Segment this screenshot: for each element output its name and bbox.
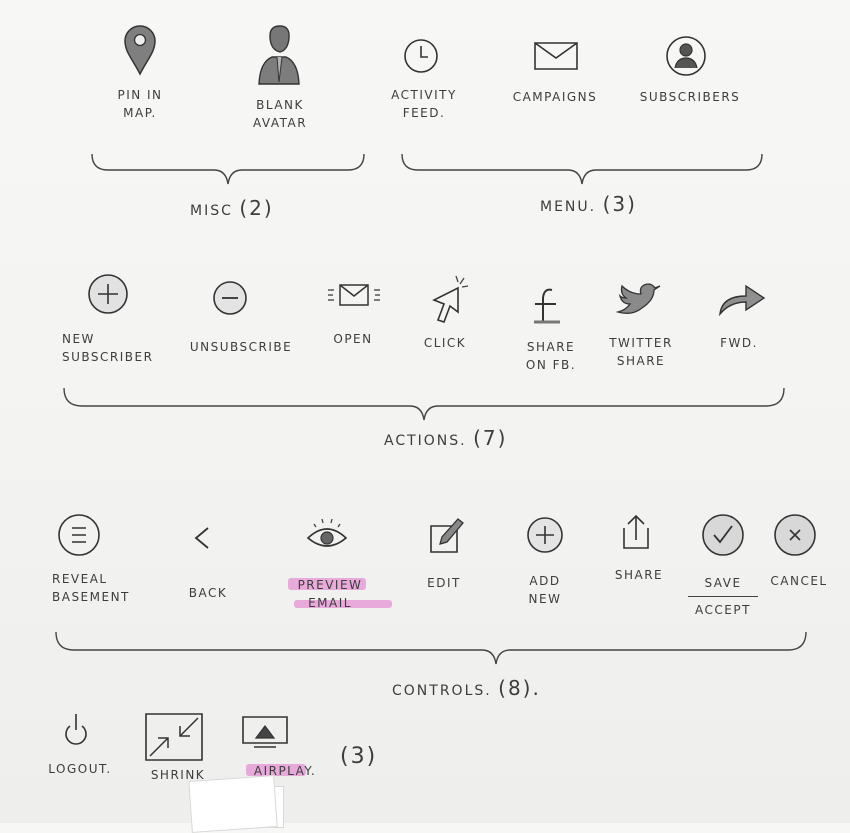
map-pin-icon [118, 22, 162, 78]
facebook-icon [530, 284, 566, 328]
subscribers-label: Subscribers [639, 90, 741, 104]
shrink-icon [144, 712, 204, 762]
edit-label: Edit [427, 576, 461, 590]
extra-group-count: (3) [340, 744, 378, 769]
unsubscribe-label: Unsubscribe [189, 340, 293, 354]
controls-group-title: Controls. (8). [392, 676, 541, 700]
add-circle-icon [524, 514, 566, 556]
blank-avatar-label: Blank avatar [252, 98, 308, 130]
sketch-sheet: Pin in map. Blank avatar Activity feed. Cam… [0, 0, 850, 833]
add-new-label: Add new [528, 574, 562, 606]
controls-brace [55, 631, 807, 665]
logout-label: Logout. [48, 762, 112, 776]
power-icon [62, 712, 90, 752]
checkmark-circle-icon [700, 512, 746, 558]
new-subscriber-label: New subscriber [62, 332, 154, 364]
cursor-click-icon [428, 274, 472, 324]
open-label: Open [333, 332, 373, 346]
plus-circle-icon [86, 272, 130, 316]
edit-pencil-icon [426, 514, 468, 556]
actions-group-title: Actions. (7) [384, 426, 508, 450]
click-label: Click [423, 336, 467, 350]
subscribers-icon [664, 34, 708, 78]
paper-stack-front [188, 775, 278, 833]
forward-arrow-icon [716, 282, 768, 318]
share-on-fb-label: Share on FB. [525, 340, 577, 372]
cancel-label: Cancel [770, 574, 828, 588]
actions-brace [63, 387, 785, 421]
airplay-icon [240, 714, 290, 750]
back-chevron-icon [190, 524, 214, 552]
misc-group-title: Misc (2) [190, 196, 274, 220]
menu-group-title: Menu. (3) [540, 192, 637, 216]
clock-icon [401, 36, 441, 76]
envelope-icon [532, 40, 580, 72]
share-label: Share [614, 568, 664, 582]
fwd-label: Fwd. [720, 336, 758, 350]
preview-email-label: Preview email [297, 578, 363, 610]
activity-feed-label: Activity feed. [391, 88, 457, 120]
campaigns-label: Campaigns [512, 90, 598, 104]
twitter-bird-icon [614, 282, 664, 324]
blank-avatar-icon [256, 24, 302, 86]
save-accept-label: Save accept [688, 574, 758, 619]
cancel-circle-icon [772, 512, 818, 558]
pin-in-map-label: Pin in map. [117, 88, 163, 120]
eye-icon [304, 514, 350, 554]
menu-brace [401, 153, 763, 185]
share-icon [616, 512, 656, 552]
back-label: Back [188, 586, 228, 600]
reveal-basement-label: Reveal basement [52, 572, 130, 604]
open-envelope-icon [328, 280, 380, 310]
misc-brace [91, 153, 365, 185]
minus-circle-icon [210, 278, 250, 318]
twitter-share-label: Twitter share [609, 336, 673, 368]
menu-circle-icon [56, 512, 102, 558]
